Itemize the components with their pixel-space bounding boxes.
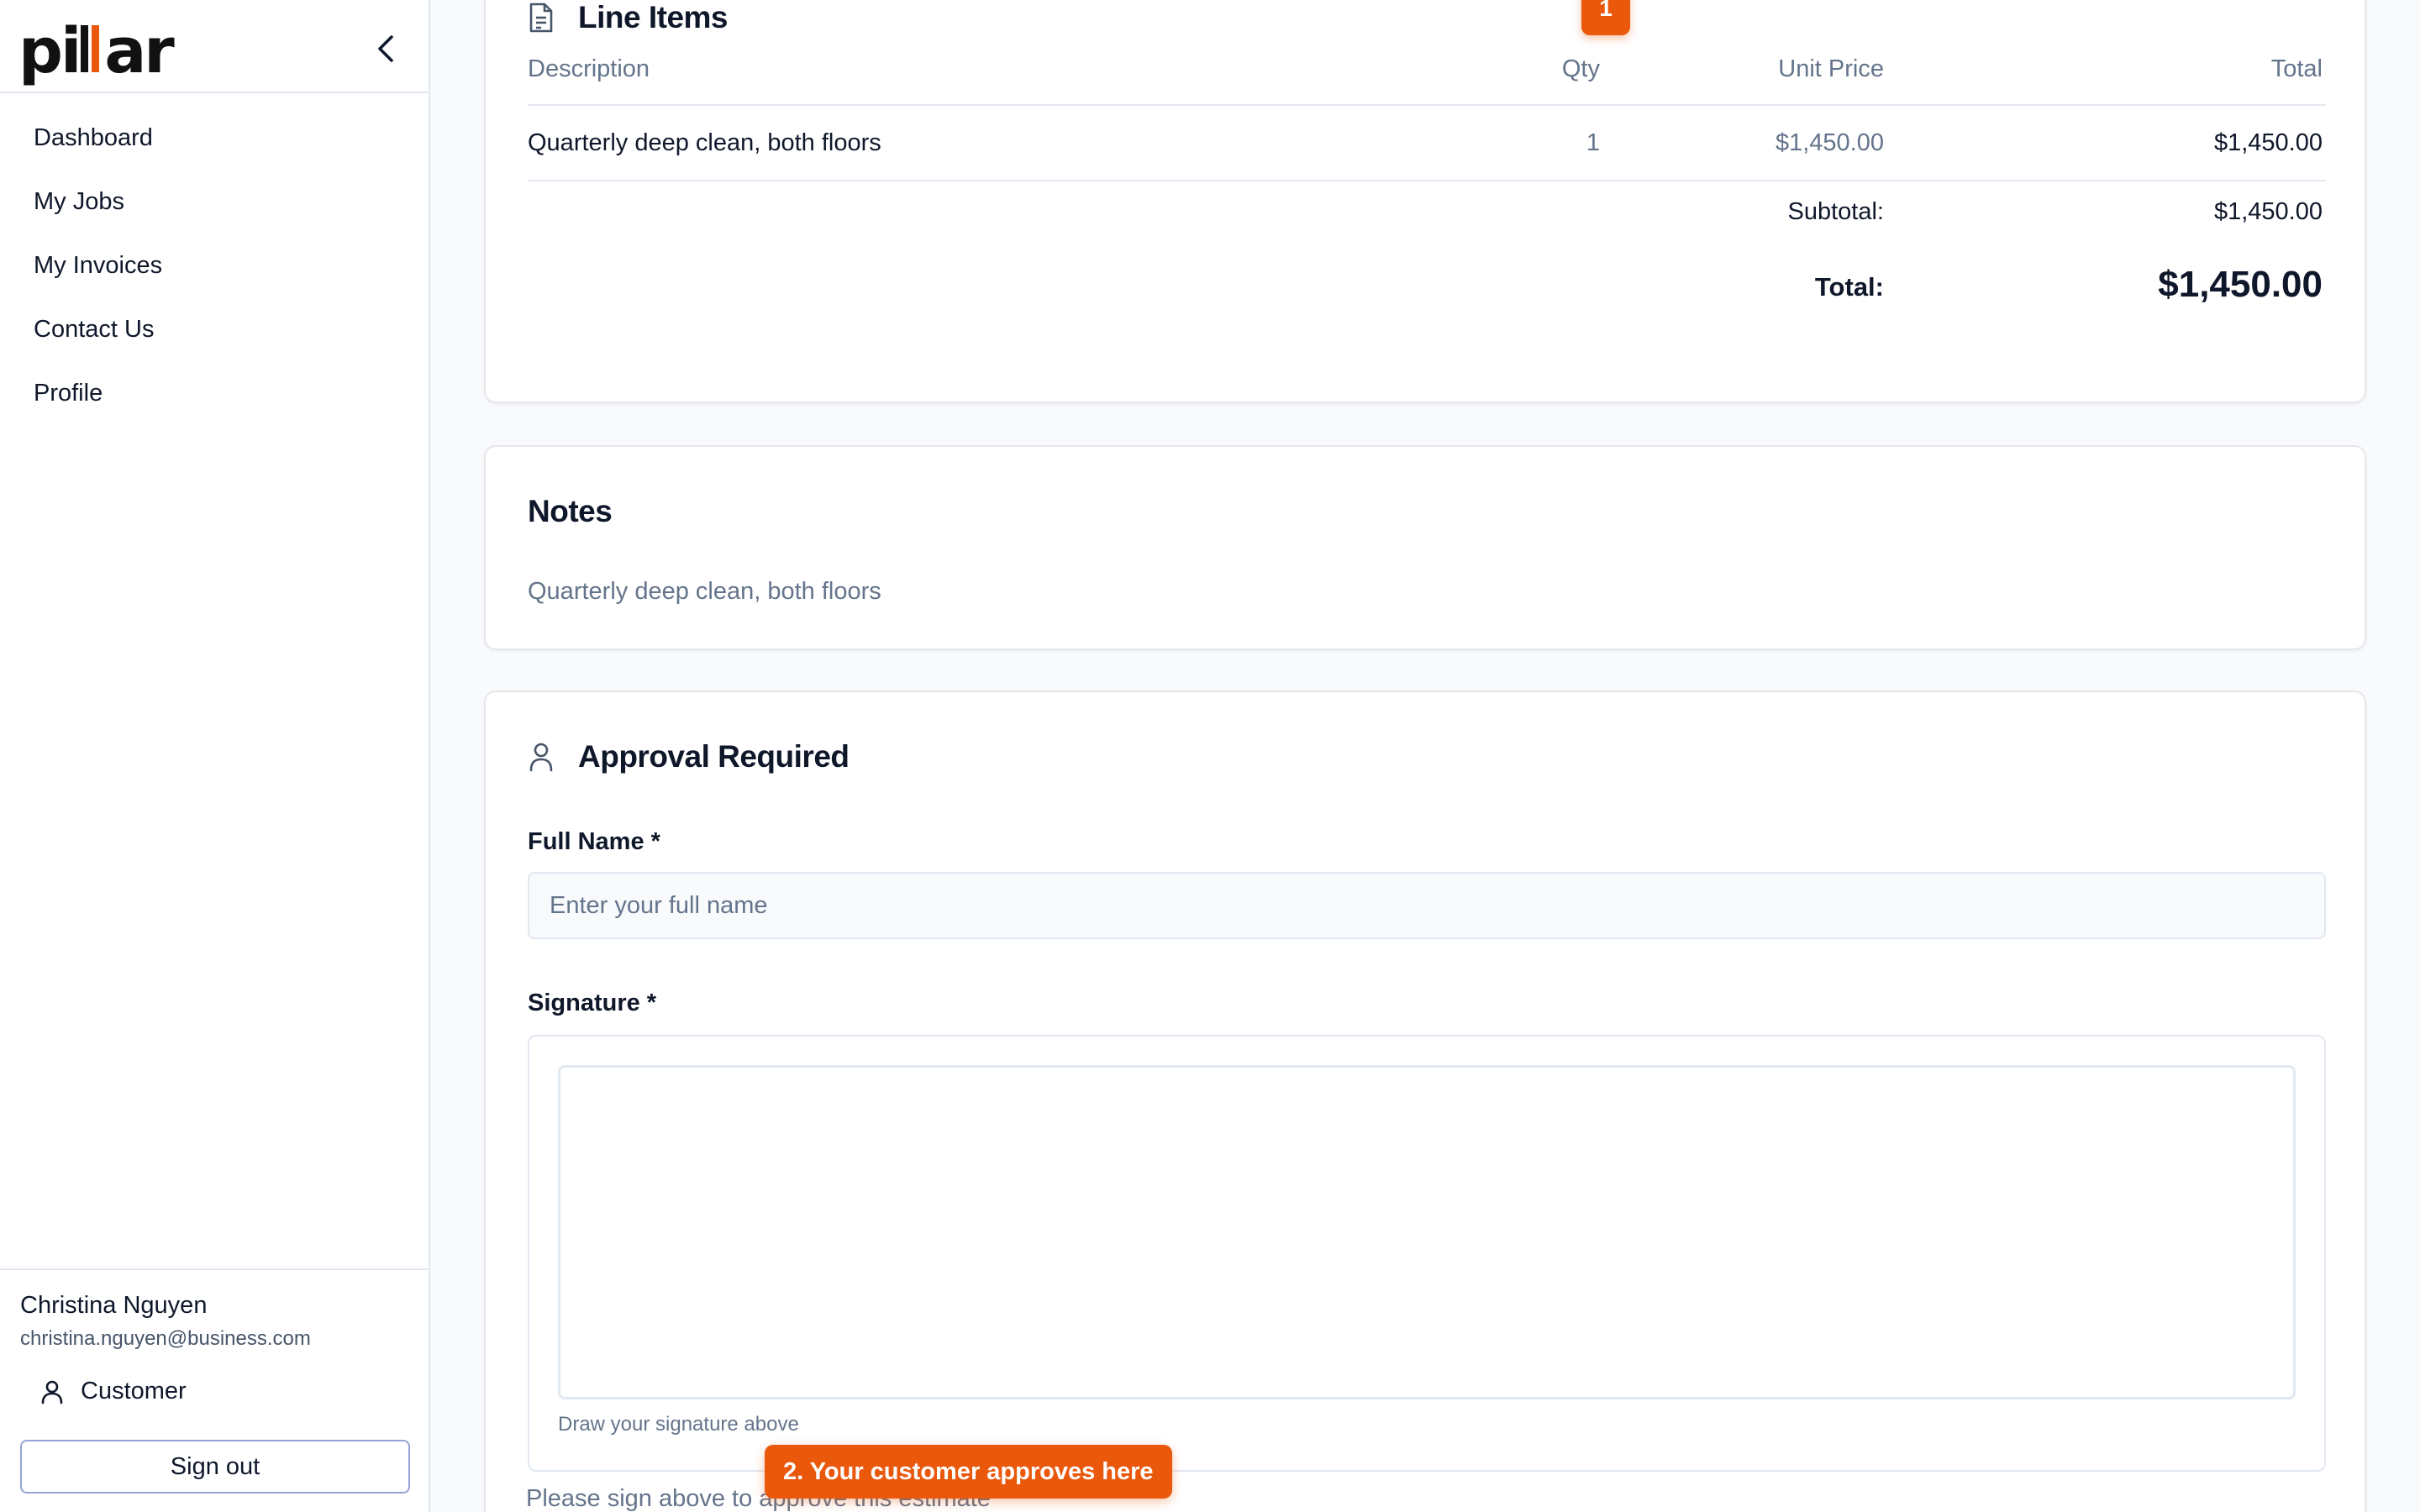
total-label: Total:	[1814, 272, 1884, 302]
line-item-qty: 1	[1586, 129, 1600, 156]
approval-title: Approval Required	[578, 739, 850, 774]
user-role-label: Customer	[81, 1378, 187, 1404]
sidebar-item-profile[interactable]: Profile	[0, 361, 429, 425]
subtotal-label: Subtotal:	[1787, 198, 1884, 225]
column-header-qty: Qty	[1561, 55, 1600, 82]
signature-pad[interactable]	[558, 1065, 2296, 1399]
user-name: Christina Nguyen	[20, 1292, 208, 1319]
sidebar-item-my-jobs[interactable]: My Jobs	[0, 170, 429, 234]
line-items-card: Line Items 1 Description Qty Unit Price …	[484, 0, 2366, 403]
sidebar: pi ar Dashboard My Jobs My Invoices Conta…	[0, 0, 430, 1512]
sidebar-item-contact-us[interactable]: Contact Us	[0, 297, 429, 361]
user-icon	[41, 1380, 63, 1404]
sidebar-footer: Christina Nguyen christina.nguyen@busine…	[0, 1268, 429, 1512]
tour-step-2-callout[interactable]: 2. Your customer approves here	[765, 1445, 1172, 1499]
chevron-left-icon	[378, 35, 393, 62]
line-item-description: Quarterly deep clean, both floors	[528, 129, 881, 156]
subtotal-value: $1,450.00	[2213, 198, 2323, 225]
sidebar-nav: Dashboard My Jobs My Invoices Contact Us…	[0, 106, 429, 425]
approval-card: Approval Required Full Name * Signature …	[484, 690, 2366, 1512]
table-header-divider	[528, 104, 2326, 106]
pillar-logo[interactable]: pi ar	[18, 20, 175, 82]
sidebar-header: pi ar	[0, 0, 429, 93]
signature-field: Draw your signature above	[528, 1035, 2326, 1472]
approval-header: Approval Required	[528, 739, 850, 774]
notes-text: Quarterly deep clean, both floors	[528, 578, 881, 605]
line-items-title: Line Items	[578, 0, 729, 34]
line-items-header: Line Items	[528, 0, 729, 35]
collapse-sidebar-button[interactable]	[366, 29, 407, 69]
column-header-description: Description	[528, 55, 650, 82]
document-icon	[529, 3, 553, 33]
line-item-unit-price: $1,450.00	[1775, 129, 1884, 156]
user-email: christina.nguyen@business.com	[20, 1327, 311, 1350]
column-header-total: Total	[2270, 55, 2323, 82]
table-row-divider	[528, 180, 2326, 181]
total-value: $1,450.00	[2158, 264, 2323, 305]
user-role: Customer	[40, 1378, 187, 1405]
line-item-total: $1,450.00	[2213, 129, 2323, 156]
full-name-label: Full Name *	[528, 828, 660, 855]
signature-hint: Draw your signature above	[558, 1413, 799, 1436]
column-header-unit-price: Unit Price	[1778, 55, 1884, 82]
sign-out-button[interactable]: Sign out	[20, 1440, 410, 1494]
sidebar-item-my-invoices[interactable]: My Invoices	[0, 234, 429, 297]
sidebar-item-dashboard[interactable]: Dashboard	[0, 106, 429, 170]
user-icon	[529, 743, 553, 772]
signature-label: Signature *	[528, 990, 657, 1016]
notes-card: Notes Quarterly deep clean, both floors	[484, 445, 2366, 650]
tour-step-1-badge[interactable]: 1	[1581, 0, 1630, 35]
full-name-input[interactable]	[528, 872, 2326, 939]
notes-title: Notes	[528, 494, 613, 528]
